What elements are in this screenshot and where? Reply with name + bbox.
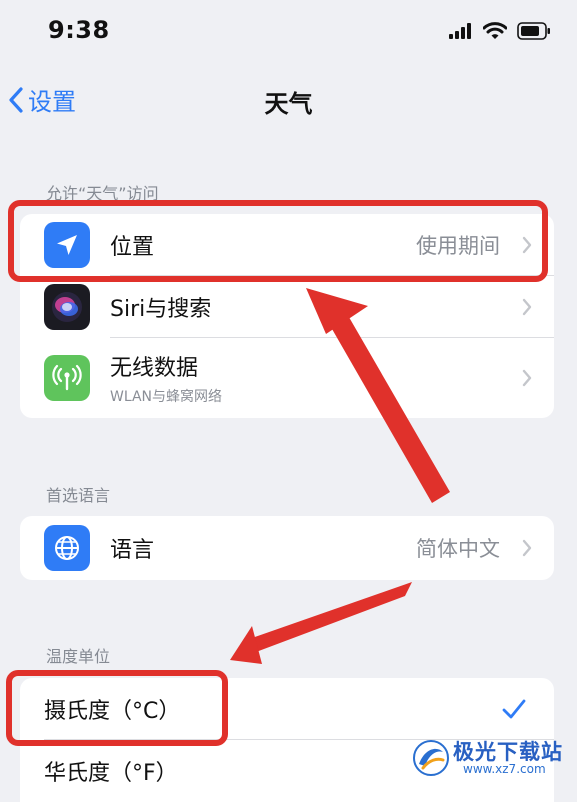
- arrow-to-celsius: [230, 582, 412, 664]
- watermark-logo-icon: [413, 740, 449, 776]
- watermark-url: www.xz7.com: [463, 762, 546, 776]
- arrow-to-location: [306, 288, 450, 503]
- watermark: 极光下载站 www.xz7.com: [411, 734, 571, 780]
- annotation-arrows: [230, 288, 450, 664]
